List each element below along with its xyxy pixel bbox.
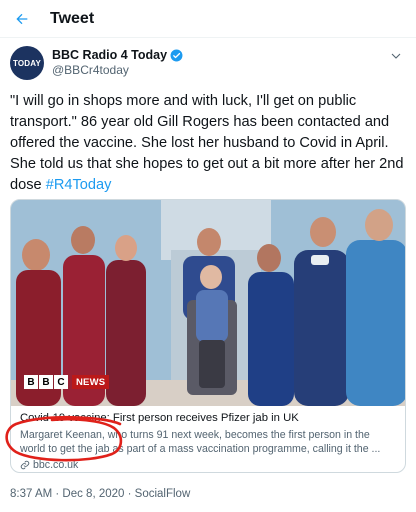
card-image: B B C NEWS: [11, 200, 405, 406]
name-row: BBC Radio 4 Today: [52, 48, 183, 64]
card-description: Margaret Keenan, who turns 91 next week,…: [20, 429, 381, 455]
top-bar: Tweet: [0, 0, 416, 38]
tweet-timestamp-source[interactable]: 8:37 AM · Dec 8, 2020 · SocialFlow: [10, 488, 190, 500]
bbc-logo-letter: B: [24, 375, 38, 389]
page-title: Tweet: [50, 9, 95, 27]
chevron-down-icon: [391, 53, 401, 59]
link-icon: [20, 460, 30, 470]
news-logo-label: NEWS: [72, 375, 110, 389]
card-meta: Covid-19 vaccine: First person receives …: [11, 406, 405, 471]
author-handle[interactable]: @BBCr4today: [52, 63, 183, 78]
back-button[interactable]: [2, 0, 42, 38]
card-title: Covid-19 vaccine: First person receives …: [20, 412, 299, 424]
bbc-logo-letter: C: [54, 375, 68, 389]
card-domain-text: bbc.co.uk: [33, 459, 79, 471]
tweet-text: "I will go in shops more and with luck, …: [10, 91, 410, 196]
bbc-news-logo: B B C NEWS: [24, 375, 110, 389]
avatar-label: TODAY: [12, 58, 42, 68]
more-options-button[interactable]: [390, 49, 402, 67]
card-domain: bbc.co.uk: [20, 459, 396, 471]
tweet-header: TODAY BBC Radio 4 Today @BBCr4today: [10, 43, 406, 83]
hashtag-link[interactable]: #R4Today: [46, 177, 112, 193]
link-card[interactable]: B B C NEWS Covid-19 vaccine: First perso…: [10, 199, 406, 473]
verified-badge-icon: [170, 49, 183, 62]
bbc-logo-letter: B: [39, 375, 53, 389]
back-arrow-icon: [16, 13, 28, 24]
author-names: BBC Radio 4 Today @BBCr4today: [52, 48, 183, 79]
author-display-name[interactable]: BBC Radio 4 Today: [52, 48, 167, 64]
avatar[interactable]: TODAY: [10, 46, 44, 80]
